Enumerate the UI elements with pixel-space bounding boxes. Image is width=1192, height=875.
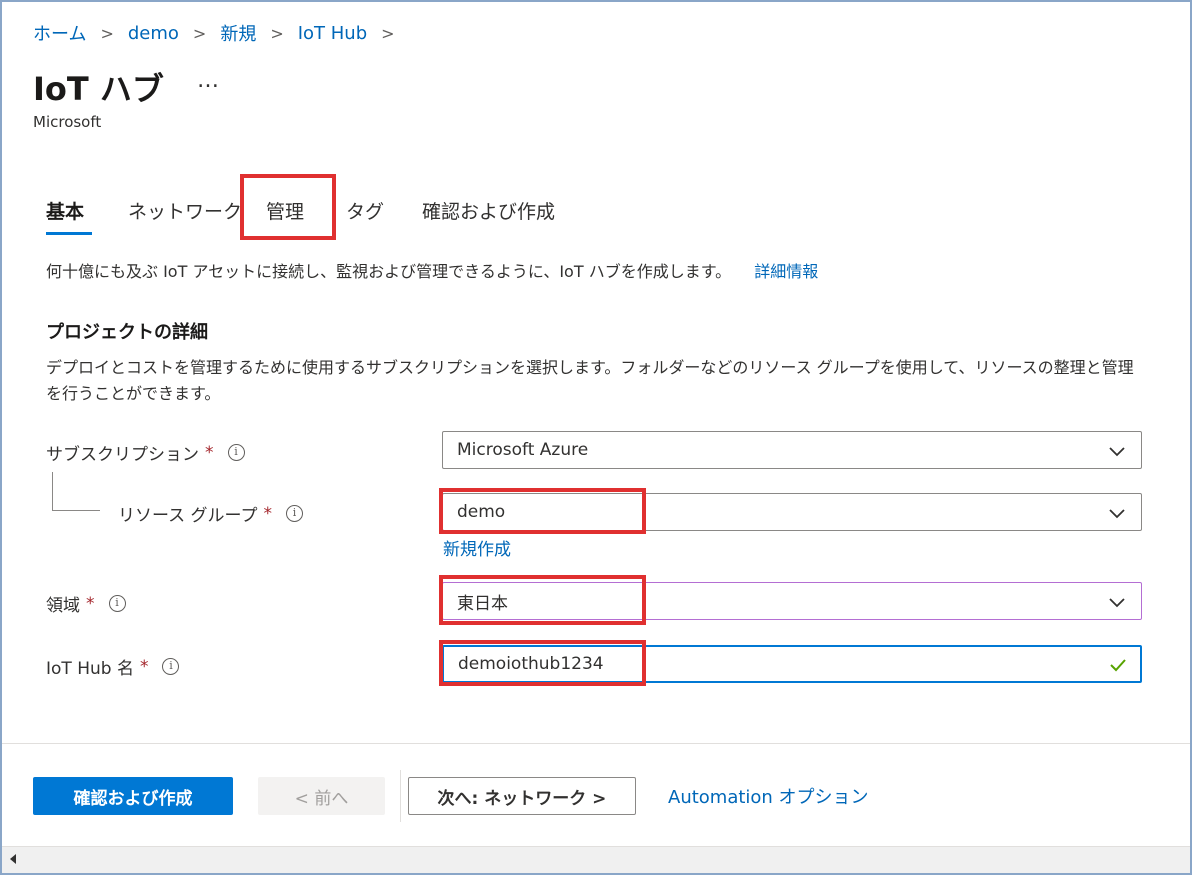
required-marker: * [86, 593, 95, 614]
previous-button[interactable]: < 前へ [258, 777, 385, 815]
learn-more-link[interactable]: 詳細情報 [754, 262, 818, 281]
active-tab-indicator [46, 232, 92, 235]
subscription-label: サブスクリプション * i [46, 440, 245, 465]
region-value: 東日本 [457, 593, 508, 614]
hub-name-value: demoiothub1234 [458, 654, 604, 674]
chevron-right-icon: > [192, 23, 207, 43]
next-networking-button[interactable]: 次へ: ネットワーク > [408, 777, 636, 815]
footer-divider [2, 743, 1190, 744]
intro-description: 何十億にも及ぶ IoT アセットに接続し、監視および管理できるように、IoT ハ… [46, 262, 732, 281]
tree-connector [52, 510, 100, 511]
chevron-down-icon [1109, 598, 1125, 608]
section-title-project-details: プロジェクトの詳細 [46, 322, 208, 343]
resource-group-label: リソース グループ * i [118, 501, 304, 526]
tab-tags[interactable]: タグ [346, 197, 384, 224]
page-subtitle: Microsoft [33, 113, 102, 131]
subscription-value: Microsoft Azure [457, 440, 589, 460]
breadcrumb-home[interactable]: ホーム [33, 20, 86, 46]
required-marker: * [205, 442, 214, 463]
subscription-label-text: サブスクリプション [46, 445, 199, 465]
required-marker: * [263, 503, 273, 524]
chevron-right-icon: > [100, 23, 114, 43]
tab-basics[interactable]: 基本 [46, 197, 84, 224]
hub-name-input[interactable]: demoiothub1234 [442, 645, 1142, 683]
more-options-icon[interactable]: … [197, 68, 220, 93]
tab-management[interactable]: 管理 [266, 197, 304, 224]
intro-text: 何十億にも及ぶ IoT アセットに接続し、監視および管理できるように、IoT ハ… [46, 258, 818, 282]
review-create-button[interactable]: 確認および作成 [33, 777, 233, 815]
required-marker: * [139, 656, 149, 677]
region-label: 領域 * i [46, 591, 126, 616]
resource-group-value: demo [457, 502, 506, 522]
hub-name-label: IoT Hub 名 * i [46, 654, 180, 679]
region-dropdown[interactable]: 東日本 [442, 582, 1142, 620]
info-icon[interactable]: i [108, 595, 126, 612]
subscription-dropdown[interactable]: Microsoft Azure [442, 431, 1142, 469]
breadcrumb: ホーム > demo > 新規 > IoT Hub > [33, 20, 409, 46]
info-icon[interactable]: i [227, 444, 245, 461]
horizontal-scrollbar[interactable] [2, 846, 1190, 873]
hub-name-label-text: IoT Hub 名 [46, 659, 134, 679]
info-icon[interactable]: i [286, 505, 304, 522]
chevron-down-icon [1109, 447, 1125, 457]
automation-options-link[interactable]: Automation オプション [668, 783, 869, 809]
chevron-right-icon: > [270, 23, 284, 43]
breadcrumb-demo[interactable]: demo [128, 23, 179, 44]
page-title: IoT ハブ [33, 70, 164, 108]
scroll-left-arrow-icon[interactable] [10, 854, 16, 864]
breadcrumb-new[interactable]: 新規 [220, 20, 256, 46]
tab-review-create[interactable]: 確認および作成 [422, 197, 555, 224]
button-divider [400, 770, 401, 822]
region-label-text: 領域 [46, 596, 80, 616]
tree-connector [52, 472, 53, 510]
section-description: デプロイとコストを管理するために使用するサブスクリプションを選択します。フォルダ… [46, 358, 1134, 403]
chevron-right-icon: > [381, 23, 395, 43]
info-icon[interactable]: i [162, 658, 180, 675]
breadcrumb-iot-hub[interactable]: IoT Hub [298, 23, 367, 44]
chevron-down-icon [1109, 509, 1125, 519]
create-new-link[interactable]: 新規作成 [443, 535, 511, 560]
resource-group-dropdown[interactable]: demo [442, 493, 1142, 531]
tab-networking[interactable]: ネットワーク [128, 197, 242, 224]
checkmark-icon [1110, 659, 1126, 672]
resource-group-label-text: リソース グループ [118, 506, 258, 526]
